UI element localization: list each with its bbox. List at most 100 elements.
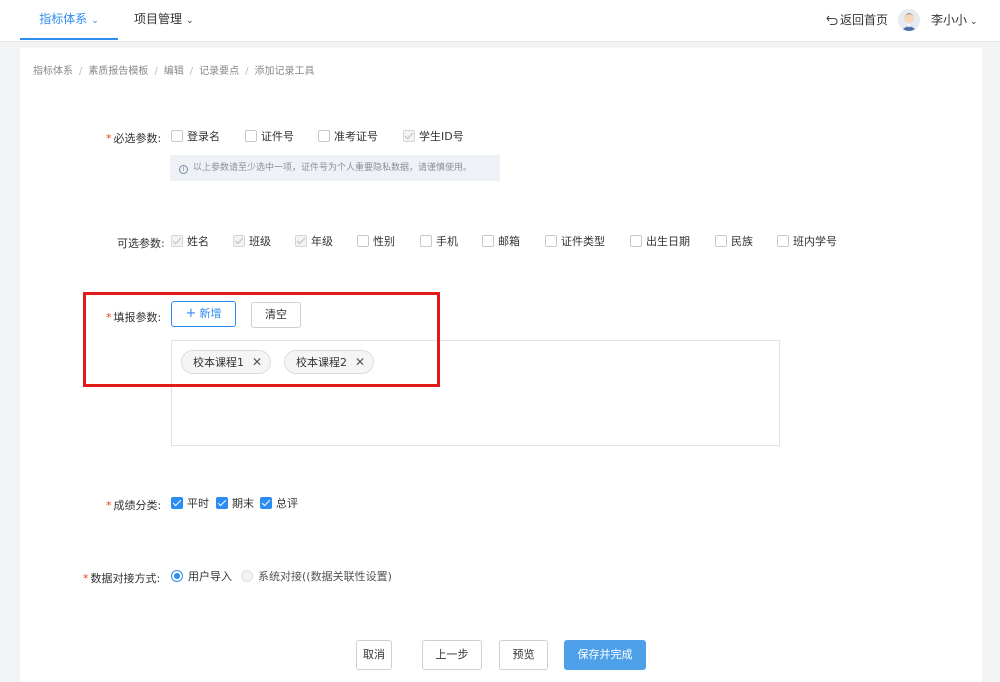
checkbox-box [357,235,369,247]
checkbox-label: 证件类型 [561,235,605,248]
checkbox-gender[interactable]: 性别 [357,235,395,249]
top-nav-bar: 指标体系 ⌄ 项目管理 ⌄ 返回首页 李小小 ⌄ [0,0,1000,42]
user-name: 李小小 [931,13,968,27]
checkbox-login-name[interactable]: 登录名 [171,130,220,144]
data-mode-label-text: 数据对接方式: [90,572,161,585]
checkbox-label: 班内学号 [793,235,837,248]
checkbox-box [171,235,183,247]
content-card: 指标体系 / 素质报告模板 / 编辑 / 记录要点 / 添加记录工具 * 必选参数: 登录名 证件… [20,48,982,682]
chevron-down-icon: ⌄ [186,16,194,26]
checkbox-exam-number[interactable]: 准考证号 [318,130,378,144]
back-home-label: 返回首页 [840,13,889,27]
breadcrumb-separator: / [245,66,249,77]
checkbox-box [318,130,330,142]
checkbox-label: 邮箱 [498,235,520,248]
checkbox-phone[interactable]: 手机 [420,235,458,249]
checkbox-id-number[interactable]: 证件号 [245,130,294,144]
checkbox-label: 出生日期 [646,235,690,248]
optional-params-label: 可选参数: [117,237,165,250]
radio-circle [241,570,253,582]
undo-arrow-icon [826,15,838,26]
breadcrumb-item[interactable]: 记录要点 [199,66,239,77]
score-category-label-text: 成绩分类: [113,499,162,512]
checkbox-overall[interactable]: 总评 [260,497,298,511]
checkbox-label: 学生ID号 [419,130,464,143]
checkbox-label: 手机 [436,235,458,248]
checkbox-box [715,235,727,247]
highlight-annotation-frame [83,292,440,387]
required-params-label-text: 必选参数: [113,132,162,145]
required-asterisk: * [83,572,89,585]
preview-button[interactable]: 预览 [499,640,548,670]
score-category-label: * 成绩分类: [106,497,161,513]
privacy-notice: i 以上参数请至少选中一项，证件号为个人重要隐私数据，请谨慎使用。 [170,155,500,181]
back-home-link[interactable]: 返回首页 [826,11,888,28]
notice-text: 以上参数请至少选中一项，证件号为个人重要隐私数据，请谨慎使用。 [193,163,473,173]
chevron-down-icon: ⌄ [91,16,99,26]
checkbox-class-seat-number[interactable]: 班内学号 [777,235,837,249]
checkbox-label: 登录名 [187,130,220,143]
nav-tab-project-management[interactable]: 项目管理 ⌄ [134,0,194,40]
checkbox-box [482,235,494,247]
checkbox-box [545,235,557,247]
radio-circle [171,570,183,582]
checkbox-box [216,497,228,509]
checkbox-box [260,497,272,509]
checkbox-label: 年级 [311,235,333,248]
previous-step-button[interactable]: 上一步 [422,640,482,670]
data-mode-label: * 数据对接方式: [83,570,160,586]
checkbox-box [295,235,307,247]
checkbox-box [171,130,183,142]
required-params-label: * 必选参数: [106,130,161,146]
checkbox-label: 证件号 [261,130,294,143]
nav-tab-label: 项目管理 [134,12,183,26]
breadcrumb: 指标体系 / 素质报告模板 / 编辑 / 记录要点 / 添加记录工具 [33,62,315,77]
radio-user-import[interactable]: 用户导入 [171,570,232,584]
user-menu[interactable]: 李小小 ⌄ [931,11,978,28]
breadcrumb-item[interactable]: 指标体系 [33,66,73,77]
checkbox-box [245,130,257,142]
checkbox-final[interactable]: 期末 [216,497,254,511]
checkbox-id-type[interactable]: 证件类型 [545,235,605,249]
cancel-button[interactable]: 取消 [356,640,392,670]
checkbox-label: 准考证号 [334,130,378,143]
nav-tab-indicator-system[interactable]: 指标体系 ⌄ [20,0,118,40]
required-asterisk: * [106,499,112,512]
radio-label: 用户导入 [188,570,232,583]
checkbox-box [171,497,183,509]
nav-tab-label: 指标体系 [39,12,88,26]
breadcrumb-item[interactable]: 编辑 [164,66,184,77]
radio-system-integration[interactable]: 系统对接((数据关联性设置) [241,570,392,584]
checkbox-label: 性别 [373,235,395,248]
checkbox-label: 平时 [187,497,209,510]
checkbox-name[interactable]: 姓名 [171,235,209,249]
checkbox-label: 班级 [249,235,271,248]
avatar[interactable] [898,9,920,31]
checkbox-box [777,235,789,247]
checkbox-label: 姓名 [187,235,209,248]
checkbox-box [403,130,415,142]
checkbox-email[interactable]: 邮箱 [482,235,520,249]
checkbox-student-id[interactable]: 学生ID号 [403,130,464,144]
checkbox-box [630,235,642,247]
user-avatar-icon [901,13,917,31]
checkbox-birth-date[interactable]: 出生日期 [630,235,690,249]
checkbox-regular[interactable]: 平时 [171,497,209,511]
save-and-finish-button[interactable]: 保存并完成 [564,640,646,670]
checkbox-label: 民族 [731,235,753,248]
info-icon: i [179,165,188,174]
breadcrumb-item-current: 添加记录工具 [254,66,315,77]
breadcrumb-separator: / [189,66,194,77]
required-asterisk: * [106,132,112,145]
breadcrumb-separator: / [154,66,158,77]
checkbox-class[interactable]: 班级 [233,235,271,249]
checkbox-grade[interactable]: 年级 [295,235,333,249]
chevron-down-icon: ⌄ [970,17,978,27]
checkbox-label: 期末 [232,497,254,510]
checkbox-box [420,235,432,247]
radio-label: 系统对接((数据关联性设置) [258,570,392,583]
breadcrumb-separator: / [79,66,83,77]
checkbox-ethnicity[interactable]: 民族 [715,235,753,249]
checkbox-label: 总评 [276,497,298,510]
breadcrumb-item[interactable]: 素质报告模板 [88,66,148,77]
